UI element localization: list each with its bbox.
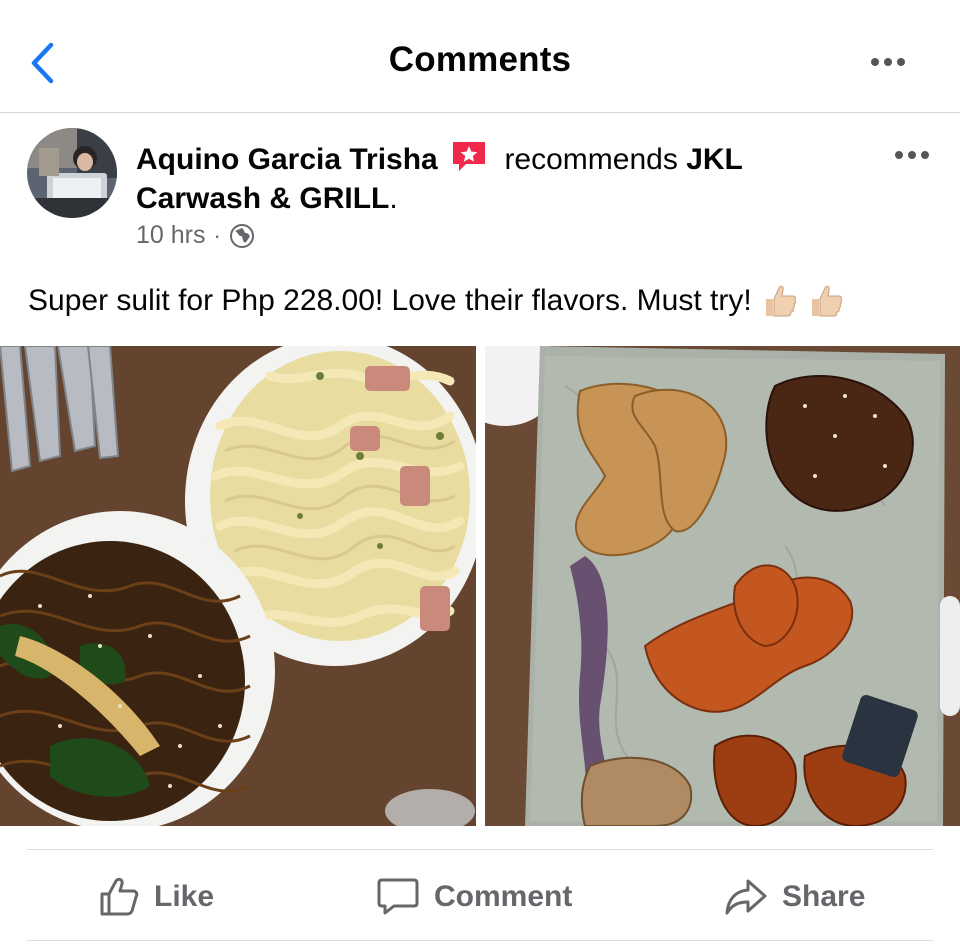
post-meta: 10 hrs · bbox=[136, 221, 255, 250]
page-name-part2: Carwash & GRILL bbox=[136, 182, 390, 215]
like-button[interactable]: Like bbox=[98, 870, 214, 924]
globe-icon bbox=[229, 223, 254, 248]
avatar[interactable] bbox=[27, 128, 117, 218]
like-icon bbox=[100, 877, 139, 916]
post-title: Aquino Garcia Trisha recommends JKL Carwa… bbox=[136, 139, 816, 218]
comment-icon bbox=[377, 878, 419, 915]
post-body: Super sulit for Php 228.00! Love their f… bbox=[28, 284, 752, 317]
like-label: Like bbox=[154, 880, 215, 913]
page-title: Comments bbox=[388, 40, 572, 79]
more-horizontal-icon bbox=[871, 58, 879, 66]
share-button[interactable]: Share bbox=[724, 870, 865, 924]
thumbs-up-icon bbox=[765, 285, 796, 317]
comment-button[interactable]: Comment bbox=[376, 870, 572, 924]
post-text: Super sulit for Php 228.00! Love their f… bbox=[28, 282, 844, 320]
recommend-text: recommends bbox=[504, 143, 678, 176]
action-bar-divider bbox=[27, 849, 933, 850]
post-more-options-button[interactable] bbox=[892, 143, 932, 167]
more-horizontal-icon bbox=[895, 151, 903, 159]
recommend-star-icon bbox=[453, 142, 486, 171]
author-name[interactable]: Aquino Garcia Trisha bbox=[136, 143, 438, 176]
share-label: Share bbox=[782, 880, 866, 913]
page-name-part1: JKL bbox=[686, 143, 743, 176]
comment-label: Comment bbox=[434, 880, 573, 913]
action-bar-bottom-divider bbox=[27, 940, 933, 941]
share-icon bbox=[725, 879, 767, 915]
title-period: . bbox=[389, 182, 398, 215]
food-photo-pasta-noodles[interactable] bbox=[0, 346, 476, 826]
food-photo-chicken-wings[interactable] bbox=[485, 346, 960, 826]
meta-separator: · bbox=[213, 222, 221, 248]
post-header: Aquino Garcia Trisha recommends JKL Carwa… bbox=[0, 113, 960, 273]
thumbs-up-icon bbox=[811, 285, 842, 317]
top-bar: Comments bbox=[0, 0, 960, 113]
more-options-button[interactable] bbox=[868, 50, 908, 74]
post-timestamp[interactable]: 10 hrs bbox=[136, 221, 205, 250]
